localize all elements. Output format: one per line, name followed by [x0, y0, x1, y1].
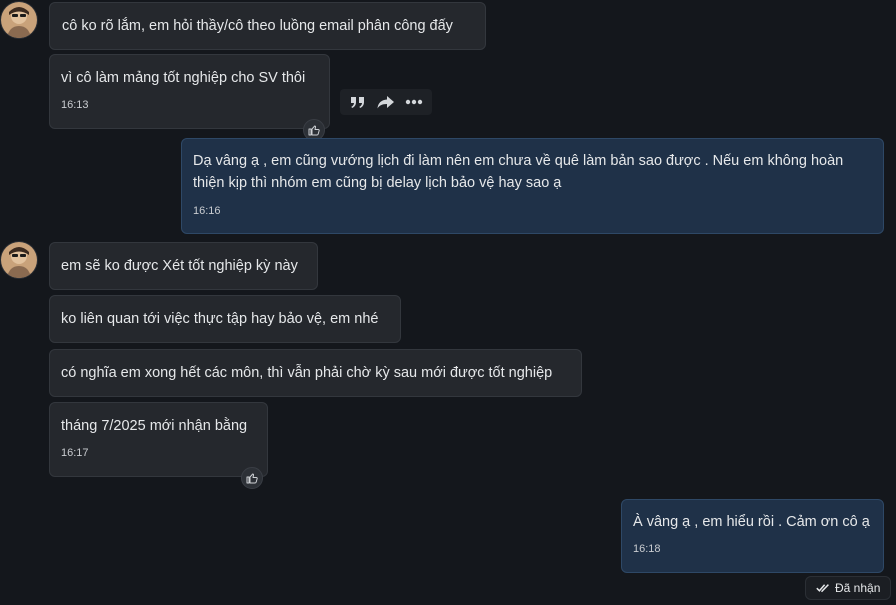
message-timestamp: 16:16 [193, 205, 221, 217]
message-bubble-outgoing[interactable]: À vâng ạ , em hiểu rồi . Cảm ơn cô ạ 16:… [621, 499, 884, 573]
more-button[interactable] [402, 91, 426, 113]
message-bubble-outgoing[interactable]: Dạ vâng ạ , em cũng vướng lịch đi làm nê… [181, 138, 884, 234]
thumbs-up-icon [308, 125, 320, 136]
avatar[interactable] [1, 242, 37, 278]
message-timestamp: 16:18 [633, 543, 661, 555]
forward-button[interactable] [374, 91, 398, 113]
chat-thread: cô ko rõ lắm, em hỏi thầy/cô theo luồng … [0, 0, 896, 605]
message-timestamp: 16:17 [61, 447, 89, 459]
quote-button[interactable] [346, 91, 370, 113]
message-text: tháng 7/2025 mới nhận bằng [61, 418, 248, 434]
delivery-status-label: Đã nhận [835, 581, 881, 595]
message-bubble-incoming[interactable]: vì cô làm mảng tốt nghiệp cho SV thôi 16… [49, 54, 330, 129]
like-button[interactable] [241, 467, 263, 489]
message-bubble-incoming[interactable]: tháng 7/2025 mới nhận bằng 16:17 [49, 402, 268, 477]
message-text: cô ko rõ lắm, em hỏi thầy/cô theo luồng … [62, 18, 453, 34]
message-bubble-incoming[interactable]: em sẽ ko được Xét tốt nghiệp kỳ này [49, 242, 318, 290]
message-bubble-incoming[interactable]: có nghĩa em xong hết các môn, thì vẫn ph… [49, 349, 582, 397]
message-text: À vâng ạ , em hiểu rồi . Cảm ơn cô ạ [633, 514, 870, 530]
message-actions-toolbar [340, 89, 432, 115]
thumbs-up-icon [246, 473, 258, 484]
more-icon [405, 99, 423, 105]
message-text: Dạ vâng ạ , em cũng vướng lịch đi làm nê… [193, 153, 844, 191]
delivery-status: Đã nhận [805, 576, 892, 600]
message-text: em sẽ ko được Xét tốt nghiệp kỳ này [61, 258, 298, 274]
message-text: có nghĩa em xong hết các môn, thì vẫn ph… [61, 365, 553, 381]
message-bubble-incoming[interactable]: cô ko rõ lắm, em hỏi thầy/cô theo luồng … [49, 2, 486, 50]
quote-icon [351, 97, 364, 108]
double-check-icon [816, 584, 829, 593]
message-text: ko liên quan tới việc thực tập hay bảo v… [61, 311, 379, 327]
message-timestamp: 16:13 [61, 99, 89, 111]
message-text: vì cô làm mảng tốt nghiệp cho SV thôi [61, 70, 306, 86]
forward-icon [377, 96, 394, 109]
avatar[interactable] [1, 2, 37, 38]
message-bubble-incoming[interactable]: ko liên quan tới việc thực tập hay bảo v… [49, 295, 401, 343]
